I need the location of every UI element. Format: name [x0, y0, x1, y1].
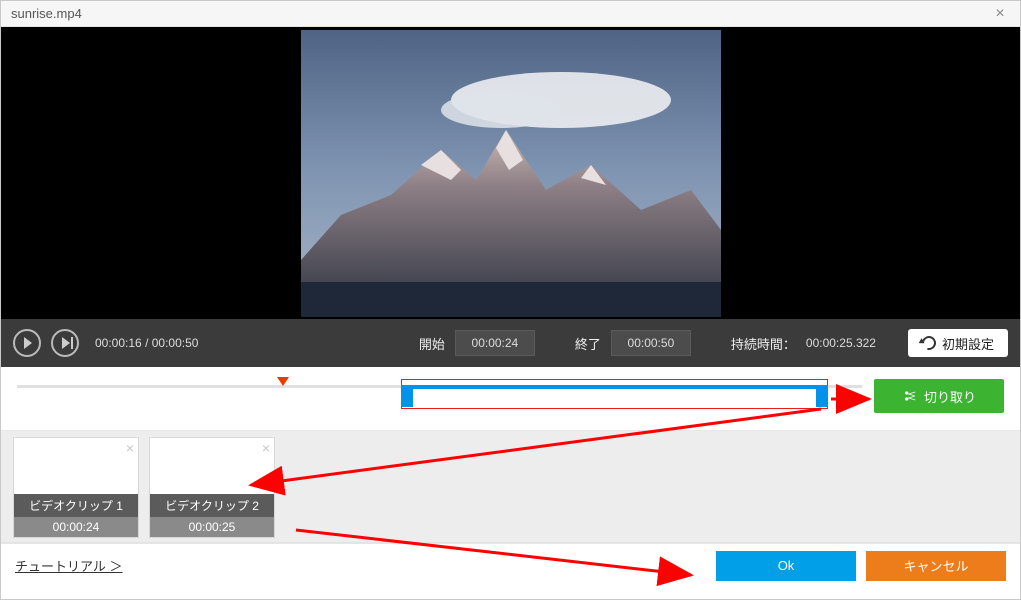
clip-remove-icon[interactable]: ×	[126, 440, 134, 456]
clip-time: 00:00:24	[14, 517, 138, 537]
clip-item-2[interactable]: × ビデオクリップ 2 00:00:25	[149, 437, 275, 538]
playback-time: 00:00:16 / 00:00:50	[95, 336, 198, 350]
clips-row: × ビデオクリップ 1 00:00:24 × ビデオクリップ 2 00:00:2…	[1, 431, 1020, 543]
cut-button[interactable]: 切り取り	[874, 379, 1004, 413]
ok-button[interactable]: Ok	[716, 551, 856, 581]
range-end-handle[interactable]	[816, 385, 828, 407]
playhead-marker[interactable]	[277, 377, 289, 386]
ok-label: Ok	[778, 558, 795, 573]
total-time: 00:00:50	[152, 336, 199, 350]
controls-bar: 00:00:16 / 00:00:50 開始 00:00:24 終了 00:00…	[1, 319, 1020, 367]
video-frame[interactable]	[301, 30, 721, 317]
clip-name: ビデオクリップ 1	[14, 494, 138, 517]
clip-time: 00:00:25	[150, 517, 274, 537]
refresh-icon	[919, 333, 938, 352]
end-time-value: 00:00:50	[628, 336, 675, 350]
clip-item-1[interactable]: × ビデオクリップ 1 00:00:24	[13, 437, 139, 538]
footer: チュートリアル ＞ Ok キャンセル	[1, 543, 1020, 587]
start-time-input[interactable]: 00:00:24	[455, 330, 535, 356]
clip-name: ビデオクリップ 2	[150, 494, 274, 517]
play-icon	[24, 337, 32, 349]
range-start-handle[interactable]	[401, 385, 413, 407]
end-label: 終了	[575, 334, 601, 353]
duration-label: 持続時間：	[731, 334, 796, 353]
window-title: sunrise.mp4	[11, 6, 990, 21]
timeline-track[interactable]	[17, 379, 862, 413]
titlebar: sunrise.mp4 ×	[1, 1, 1020, 27]
end-time-input[interactable]: 00:00:50	[611, 330, 691, 356]
selection-segment	[407, 385, 822, 389]
duration-value: 00:00:25.322	[806, 336, 876, 350]
step-forward-button[interactable]	[51, 329, 79, 357]
close-icon[interactable]: ×	[990, 5, 1010, 23]
current-time: 00:00:16	[95, 336, 142, 350]
tutorial-link[interactable]: チュートリアル ＞	[15, 556, 122, 575]
clip-thumbnail	[14, 438, 138, 494]
reset-button[interactable]: 初期設定	[908, 329, 1008, 357]
cancel-label: キャンセル	[903, 556, 968, 575]
scissors-icon	[902, 388, 918, 404]
editor-window: sunrise.mp4 ×	[0, 0, 1021, 600]
cut-label: 切り取り	[924, 387, 976, 406]
play-button[interactable]	[13, 329, 41, 357]
start-label: 開始	[419, 334, 445, 353]
video-preview-area	[1, 27, 1020, 319]
reset-label: 初期設定	[942, 334, 994, 353]
cancel-button[interactable]: キャンセル	[866, 551, 1006, 581]
clip-remove-icon[interactable]: ×	[262, 440, 270, 456]
start-time-value: 00:00:24	[472, 336, 519, 350]
step-forward-icon	[62, 337, 70, 349]
mountain-scene	[301, 30, 721, 317]
clip-thumbnail	[150, 438, 274, 494]
timeline-row: 切り取り	[1, 367, 1020, 431]
range-highlight-box	[401, 379, 828, 409]
